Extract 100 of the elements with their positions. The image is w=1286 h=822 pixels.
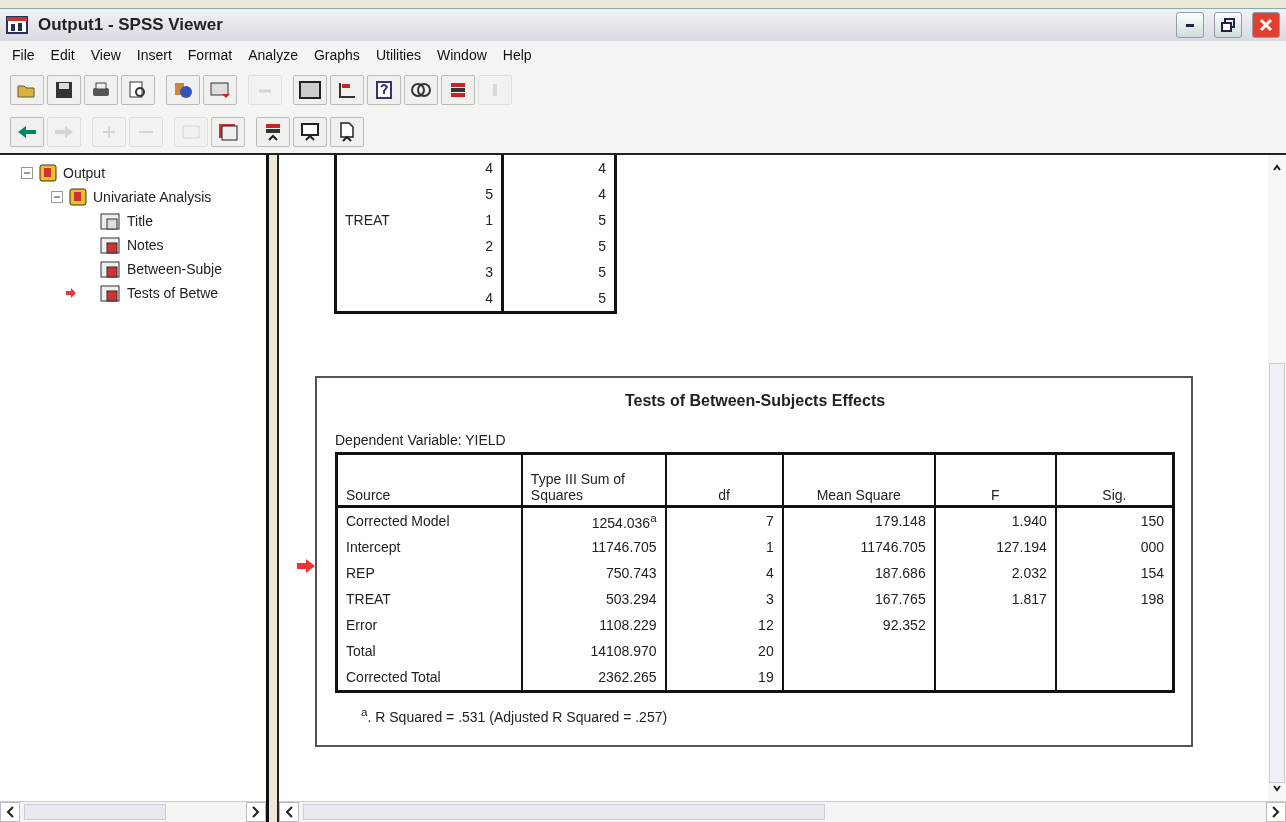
outline-item[interactable]: Tests of Betwe [127,285,219,301]
menu-item[interactable]: Window [431,47,493,63]
table-cell: 150 [1140,513,1164,529]
dialog-icon [210,81,230,99]
menu-item[interactable]: File [6,47,41,63]
printer-icon [91,81,111,99]
pages-icon [217,122,239,142]
toolbar-button[interactable] [211,117,245,147]
table-cell: 1108.229 [599,617,657,633]
collapse-icon[interactable] [51,191,63,203]
table-cell: Error [346,617,378,633]
minimize-button[interactable] [1176,12,1204,38]
table-cell: Corrected Total [346,669,441,685]
table-cell: 4 [598,186,606,202]
table-cell: 14108.970 [590,643,657,659]
column-header: Type III Sum of Squares [521,453,666,507]
menu-item[interactable]: View [84,47,127,63]
table-cell: 503.294 [606,591,657,607]
restore-icon [1221,18,1235,32]
output-page-icon [98,283,122,303]
menu-item[interactable]: Format [181,47,239,63]
table-cell: 3 [765,591,774,607]
close-button[interactable] [1252,12,1280,38]
table-cell: Intercept [346,539,401,555]
document-icon [338,122,356,142]
table-cell: 2362.265 [598,669,657,685]
table-cell: 4 [485,160,493,176]
table-cell: REP [346,565,375,581]
toolbar-button[interactable] [330,75,364,105]
table-footnote: $^{a}$. R Squared = .531 (Adjusted R Squared = .257) [361,705,669,725]
toolbar-button[interactable] [367,75,401,105]
display-icon [300,122,320,142]
menu-item[interactable]: Help [496,47,538,63]
close-icon [1259,18,1273,32]
toolbar-button[interactable] [441,75,475,105]
table-cell: 7 [765,513,774,529]
table-cell: 1.940 [1011,513,1047,529]
table-cell: Corrected Model [346,513,450,529]
table-cell: 5 [598,264,606,280]
outline-item[interactable]: Title [127,213,153,229]
app-icon [6,15,28,35]
horizontal-scrollbar[interactable] [0,801,266,822]
table-cell: 167.765 [875,591,926,607]
horizontal-scrollbar[interactable] [279,801,1286,822]
table-cell: 1254.036$^{a}$ [591,514,657,531]
toolbar-button[interactable] [330,117,364,147]
window-icon [299,81,321,99]
toolbar-button[interactable] [293,75,327,105]
table-cell: 5 [485,186,493,202]
forward-arrow-icon [54,125,74,139]
window-title: Output1 - SPSS Viewer [38,15,224,35]
table-cell: 11746.705 [591,539,657,555]
outline-item[interactable]: Notes [127,237,164,253]
menu-item[interactable]: Utilities [369,47,427,63]
table-cell: 20 [758,643,774,659]
toolbar-button[interactable] [404,75,438,105]
toolbar-button[interactable] [84,75,118,105]
table-cell: 11746.705 [860,539,926,555]
table-cell: 154 [1140,565,1164,581]
outline-item[interactable]: Output [63,165,106,181]
collapse-icon[interactable] [21,167,33,179]
toolbar-button[interactable] [293,117,327,147]
data-stack-icon [448,81,468,99]
table-cell: 750.743 [606,565,657,581]
table-cell: 4 [765,565,774,581]
vertical-scrollbar[interactable] [1268,155,1286,801]
toolbar-button[interactable] [121,75,155,105]
circles-icon [410,81,432,99]
plus-icon [101,124,117,140]
output-page-icon [98,235,122,255]
table-cell: Total [346,643,376,659]
column-header: Source [336,453,522,507]
table-cell: 4 [598,160,606,176]
outline-item[interactable]: Between-Subje [127,261,222,277]
help-icon [375,81,393,99]
table-cell: 3 [485,264,493,280]
menu-item[interactable]: Analyze [242,47,304,63]
table-cell: 5 [598,238,606,254]
table-cell: 1.817 [1011,591,1047,607]
book-icon [38,163,58,183]
toolbar-button[interactable] [47,75,81,105]
output-page-icon [98,259,122,279]
restore-button[interactable] [1214,12,1242,38]
chart-icon [337,81,357,99]
column-header: Mean Square [782,453,935,507]
menu-item[interactable]: Edit [44,47,81,63]
back-arrow-icon [17,125,37,139]
table-cell: 12 [758,617,774,633]
menu-item[interactable]: Insert [130,47,178,63]
save-icon [55,81,73,99]
table-cell: 000 [1140,539,1164,555]
table-cell: TREAT [345,212,390,228]
outline-item[interactable]: Univariate Analysis [93,189,212,205]
table-title: Tests of Between-Subjects Effects [623,392,887,410]
output-page-icon [98,211,122,231]
toolbar-button[interactable] [256,117,290,147]
menu-item[interactable]: Graphs [307,47,366,63]
table-subtitle: Dependent Variable: YIELD [335,432,507,448]
table-cell: 19 [758,669,774,685]
table-cell: 5 [598,212,606,228]
